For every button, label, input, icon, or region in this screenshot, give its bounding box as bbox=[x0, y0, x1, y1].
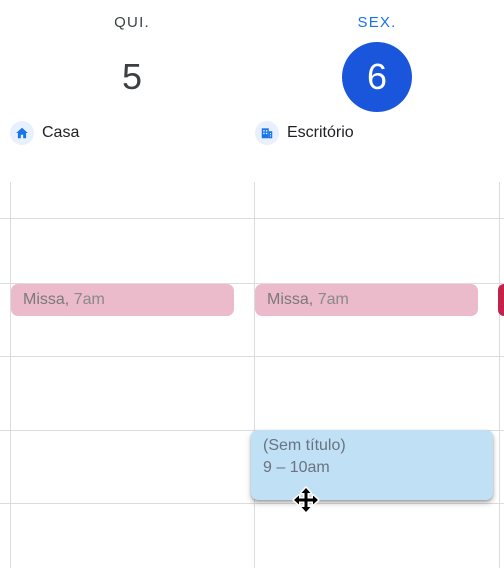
day-of-week-label: QUI. bbox=[114, 14, 150, 31]
event-time: 7am bbox=[317, 291, 349, 308]
draft-event[interactable]: (Sem título) 9 – 10am bbox=[251, 430, 493, 500]
event-title: Missa, bbox=[23, 291, 70, 308]
draft-event-time: 9 – 10am bbox=[263, 459, 330, 476]
calendar-grid[interactable]: Missa, 7am Missa, 7am (Sem título) 9 – 1… bbox=[0, 182, 504, 568]
work-location-label: Casa bbox=[42, 124, 80, 141]
hour-line bbox=[0, 218, 504, 219]
date-number-button-today[interactable]: 6 bbox=[342, 42, 412, 112]
event-missa-thu[interactable]: Missa, 7am bbox=[11, 284, 234, 316]
grid-divider bbox=[254, 182, 255, 568]
day-of-week-label: SEX. bbox=[357, 14, 397, 31]
day-header-thu: QUI. 5 Casa bbox=[10, 0, 254, 182]
event-missa-fri[interactable]: Missa, 7am bbox=[255, 284, 478, 316]
event-time: 7am bbox=[73, 291, 105, 308]
draft-event-title: (Sem título) bbox=[263, 437, 346, 454]
office-building-icon bbox=[255, 121, 279, 145]
date-number-button[interactable]: 5 bbox=[97, 42, 167, 112]
event-title: Missa, bbox=[267, 291, 314, 308]
hour-line bbox=[0, 356, 504, 357]
move-cursor-icon bbox=[292, 486, 320, 514]
work-location-label: Escritório bbox=[287, 124, 354, 141]
event-next-day-peek[interactable] bbox=[498, 284, 504, 316]
home-icon bbox=[10, 121, 34, 145]
hour-line bbox=[0, 503, 504, 504]
work-location-chip[interactable]: Escritório bbox=[255, 121, 354, 145]
work-location-chip[interactable]: Casa bbox=[10, 121, 79, 145]
day-header-fri: SEX. 6 Escritório bbox=[255, 0, 499, 182]
grid-divider bbox=[499, 182, 500, 568]
grid-divider bbox=[10, 182, 11, 568]
